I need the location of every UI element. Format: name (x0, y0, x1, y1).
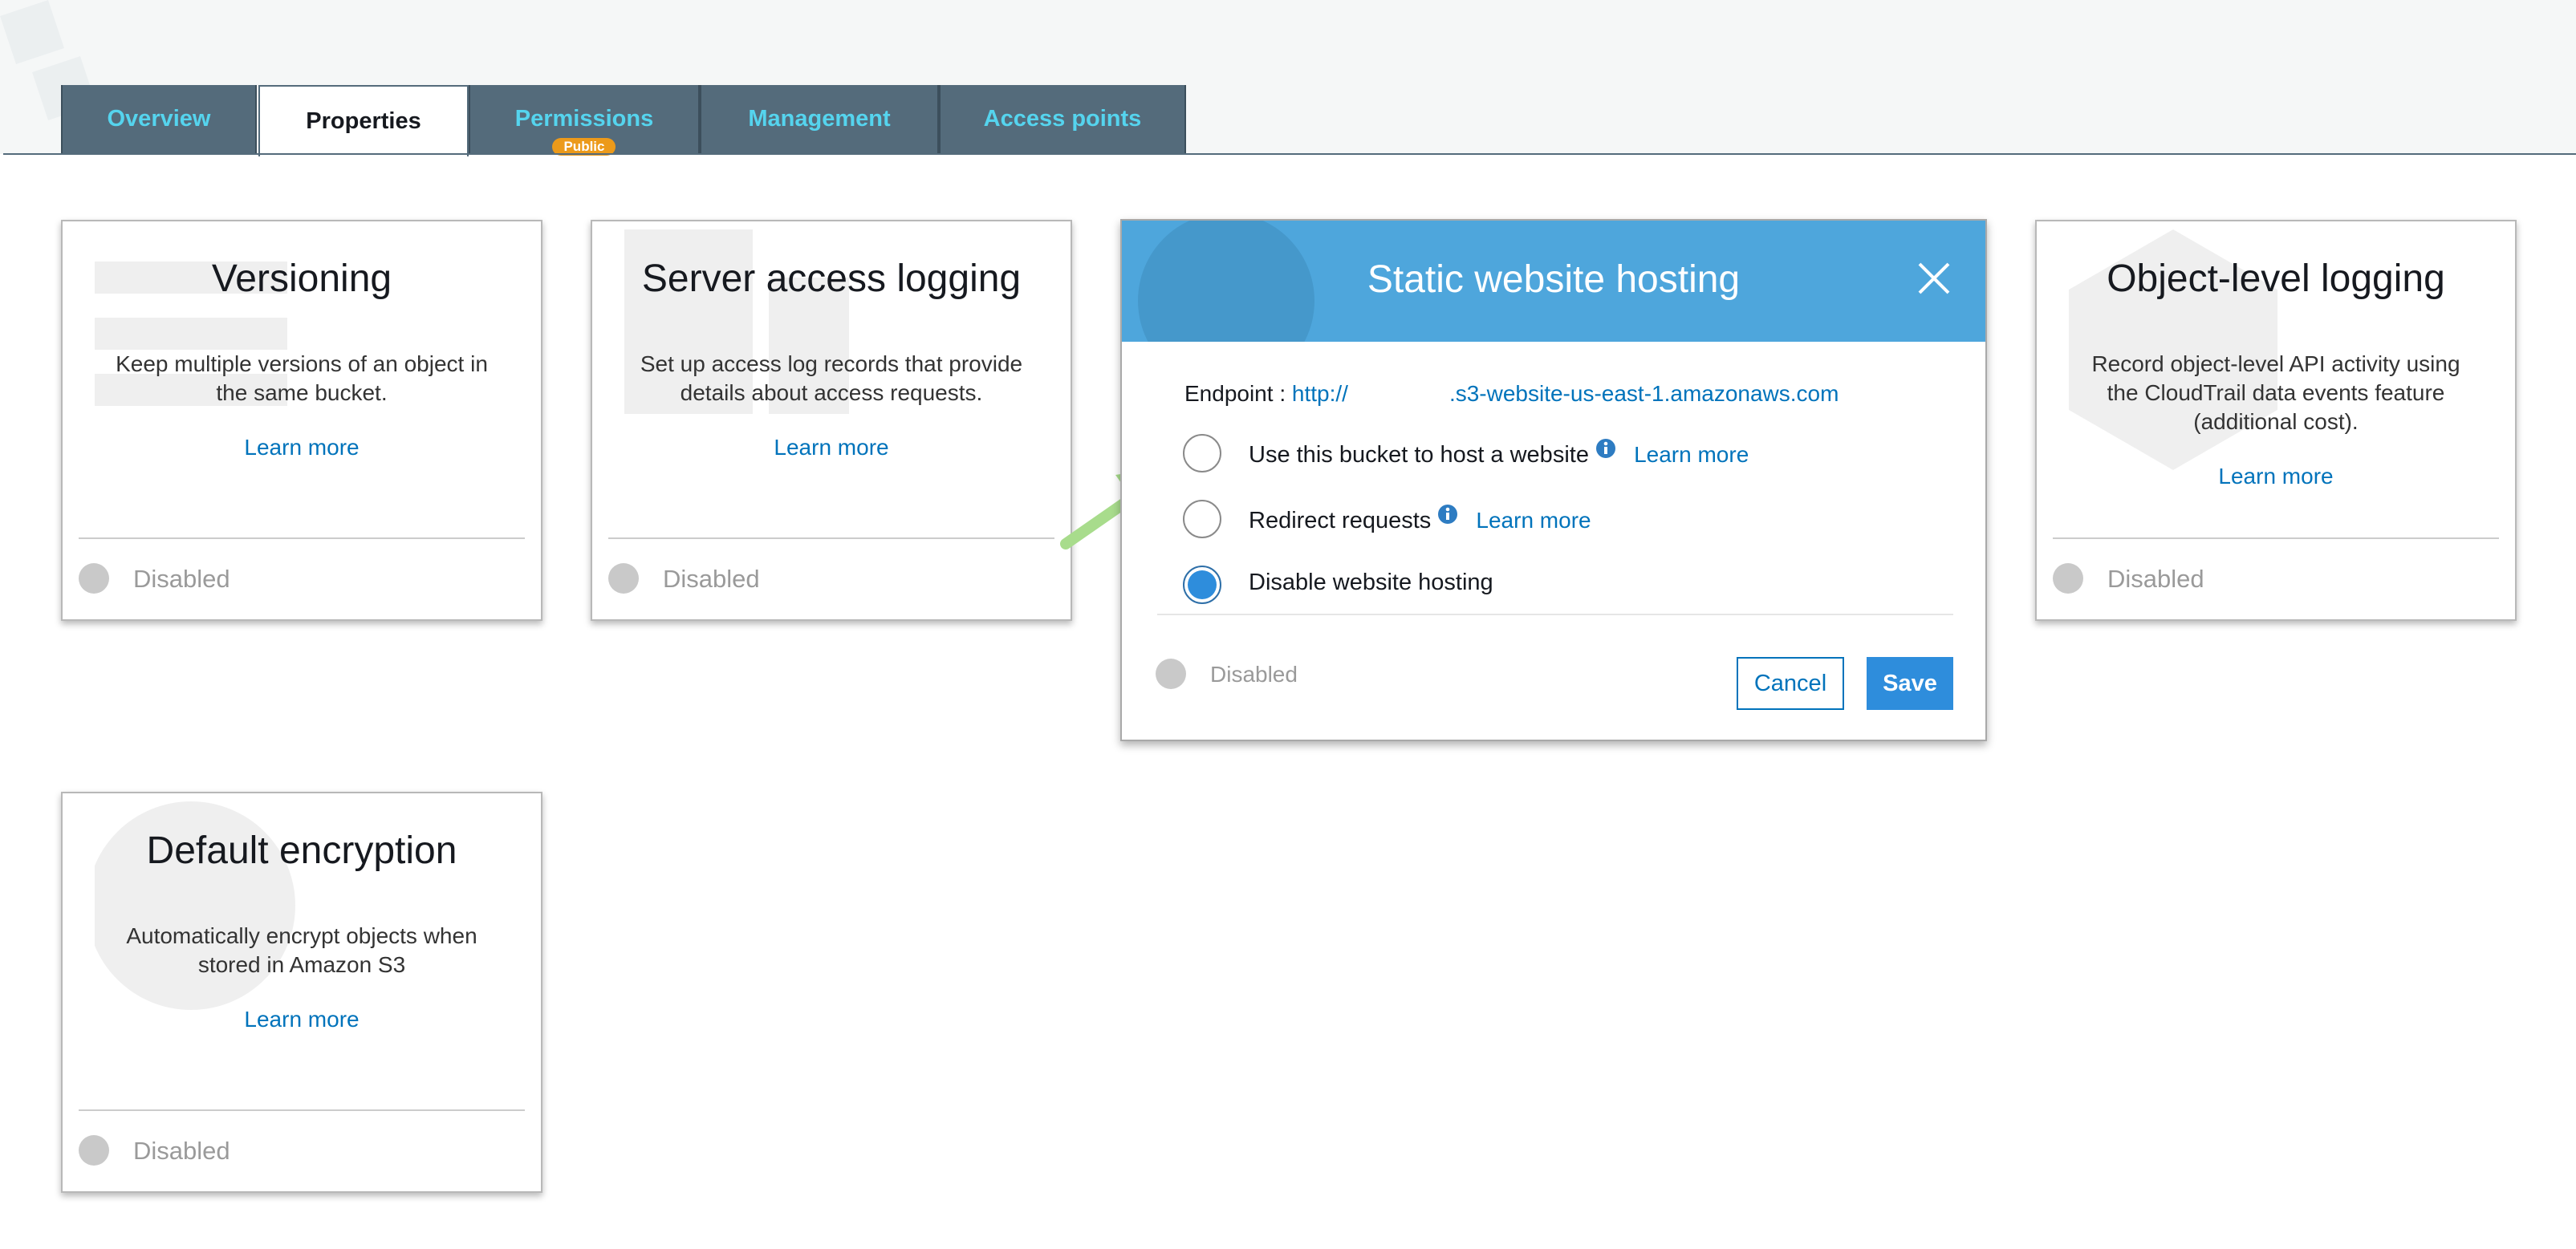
card-server-access-logging[interactable]: Server access logging Set up access log … (591, 220, 1072, 621)
status-text: Disabled (133, 565, 230, 593)
status-dot-icon (608, 563, 639, 594)
tab-label: Overview (107, 106, 211, 132)
tab-overview[interactable]: Overview (61, 85, 257, 153)
option-disable-hosting: Disable website hosting (1249, 570, 1493, 596)
card-divider (2053, 537, 2499, 539)
card-object-level-logging[interactable]: Object-level logging Record object-level… (2035, 220, 2517, 621)
learn-more-wrap: Learn more (2037, 464, 2515, 489)
cancel-button[interactable]: Cancel (1737, 657, 1844, 710)
learn-more-link[interactable]: Learn more (774, 435, 888, 460)
endpoint-label: Endpoint : (1184, 381, 1286, 406)
panel-divider (1157, 614, 1953, 615)
endpoint-suffix-link[interactable]: .s3-website-us-east-1.amazonaws.com (1449, 381, 1839, 406)
card-default-encryption[interactable]: Default encryption Automatically encrypt… (61, 792, 542, 1193)
learn-more-wrap: Learn more (63, 1007, 541, 1032)
learn-more-link[interactable]: Learn more (1634, 442, 1749, 467)
learn-more-link[interactable]: Learn more (1476, 508, 1591, 533)
card-description: Automatically encrypt objects when store… (126, 923, 477, 977)
radio-host-website[interactable] (1183, 434, 1221, 472)
tab-permissions[interactable]: Permissions Public (469, 85, 700, 156)
tab-label: Management (748, 106, 891, 132)
learn-more-wrap: Learn more (63, 435, 541, 460)
status-dot-icon (1156, 659, 1186, 689)
status-text: Disabled (133, 1137, 230, 1165)
card-title: Versioning (211, 258, 392, 300)
tab-label: Access points (983, 106, 1142, 132)
option-redirect-requests: Redirect requests Learn more (1249, 504, 1591, 534)
info-icon[interactable] (1595, 438, 1616, 459)
card-title: Default encryption (146, 829, 457, 872)
card-divider (79, 537, 525, 539)
tab-label: Permissions (514, 106, 654, 132)
learn-more-wrap: Learn more (592, 435, 1071, 460)
option-label: Redirect requests (1249, 508, 1432, 533)
status-dot-icon (79, 1135, 109, 1166)
card-description: Record object-level API activity using t… (2091, 351, 2460, 434)
tab-management[interactable]: Management (700, 85, 939, 153)
card-divider (79, 1109, 525, 1111)
save-button[interactable]: Save (1867, 657, 1953, 710)
learn-more-link[interactable]: Learn more (244, 435, 359, 460)
tab-label-wrap: Permissions Public (514, 106, 654, 156)
close-icon[interactable] (1915, 259, 1953, 298)
status-text: Disabled (1210, 662, 1298, 687)
tab-underline (3, 153, 2576, 155)
info-icon[interactable] (1437, 504, 1458, 525)
card-versioning[interactable]: Versioning Keep multiple versions of an … (61, 220, 542, 621)
endpoint-prefix-link[interactable]: http:// (1292, 381, 1348, 406)
status-dot-icon (79, 563, 109, 594)
learn-more-link[interactable]: Learn more (244, 1007, 359, 1032)
card-title: Server access logging (641, 258, 1022, 300)
card-divider (608, 537, 1054, 539)
card-description: Keep multiple versions of an object in t… (116, 351, 488, 405)
card-title: Object-level logging (2107, 258, 2445, 300)
tab-label: Properties (306, 108, 421, 134)
learn-more-link[interactable]: Learn more (2218, 464, 2333, 489)
endpoint-row: Endpoint : http:// .s3-website-us-east-1.… (1184, 381, 1839, 407)
option-label: Disable website hosting (1249, 570, 1493, 595)
tab-access-points[interactable]: Access points (939, 85, 1186, 153)
panel-header: Static website hosting (1122, 221, 1985, 342)
panel-title: Static website hosting (1367, 258, 1741, 301)
status-text: Disabled (2107, 565, 2204, 593)
option-label: Use this bucket to host a website (1249, 442, 1589, 468)
status-text: Disabled (663, 565, 760, 593)
radio-disable-hosting[interactable] (1183, 566, 1221, 604)
radio-redirect-requests[interactable] (1183, 500, 1221, 538)
card-description: Set up access log records that provide d… (640, 351, 1023, 405)
tab-properties[interactable]: Properties (258, 85, 469, 156)
static-website-hosting-panel: Static website hosting Endpoint : http:/… (1120, 219, 1987, 741)
option-host-website: Use this bucket to host a website Learn … (1249, 438, 1749, 468)
status-dot-icon (2053, 563, 2083, 594)
